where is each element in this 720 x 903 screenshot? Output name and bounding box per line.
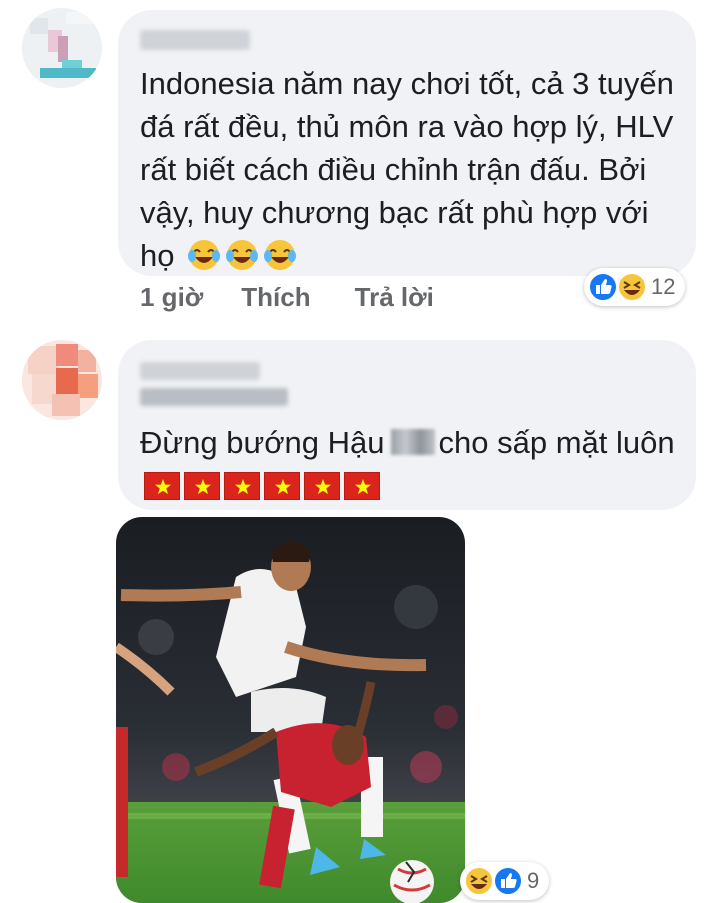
comment-text: Indonesia năm nay chơi tốt, cả 3 tuyến đ… <box>140 62 680 277</box>
comment-actions: 1 giờ Thích Trả lời <box>140 282 434 313</box>
like-reaction-icon <box>492 865 524 897</box>
vietnam-flag-icon <box>144 472 180 500</box>
haha-reaction-icon <box>616 271 648 303</box>
reaction-summary[interactable]: 9 <box>460 862 550 900</box>
like-reaction-icon <box>587 271 619 303</box>
reaction-count: 9 <box>527 868 540 893</box>
reaction-count: 12 <box>651 274 676 299</box>
commenter-name-blurred[interactable] <box>140 30 250 50</box>
reaction-summary[interactable]: 12 <box>584 268 686 306</box>
commenter-avatar[interactable] <box>22 340 102 420</box>
reply-link[interactable]: Trả lời <box>355 282 434 313</box>
vietnam-flag-icon <box>264 472 300 500</box>
comment-timestamp[interactable]: 1 giờ <box>140 282 203 313</box>
comment-body-part1: Đừng bướng Hậu <box>140 425 385 460</box>
comment-text: Đừng bướng Hậu cho sấp mặt luôn <box>140 421 680 507</box>
comment-body-part2: cho sấp mặt luôn <box>438 425 675 460</box>
commenter-name-blurred <box>140 388 288 406</box>
vietnam-flag-icon <box>344 472 380 500</box>
commenter-name-blurred[interactable] <box>140 362 260 380</box>
laughing-tears-emoji-icon <box>263 238 297 272</box>
like-link[interactable]: Thích <box>241 282 310 313</box>
laughing-tears-emoji-icon <box>187 238 221 272</box>
vietnam-flag-icon <box>224 472 260 500</box>
laughing-tears-emoji-icon <box>225 238 259 272</box>
censored-word <box>390 429 435 455</box>
vietnam-flag-icon <box>304 472 340 500</box>
haha-reaction-icon <box>463 865 495 897</box>
football-players-photo[interactable] <box>116 517 465 903</box>
commenter-avatar[interactable] <box>22 8 102 88</box>
vietnam-flag-icon <box>184 472 220 500</box>
